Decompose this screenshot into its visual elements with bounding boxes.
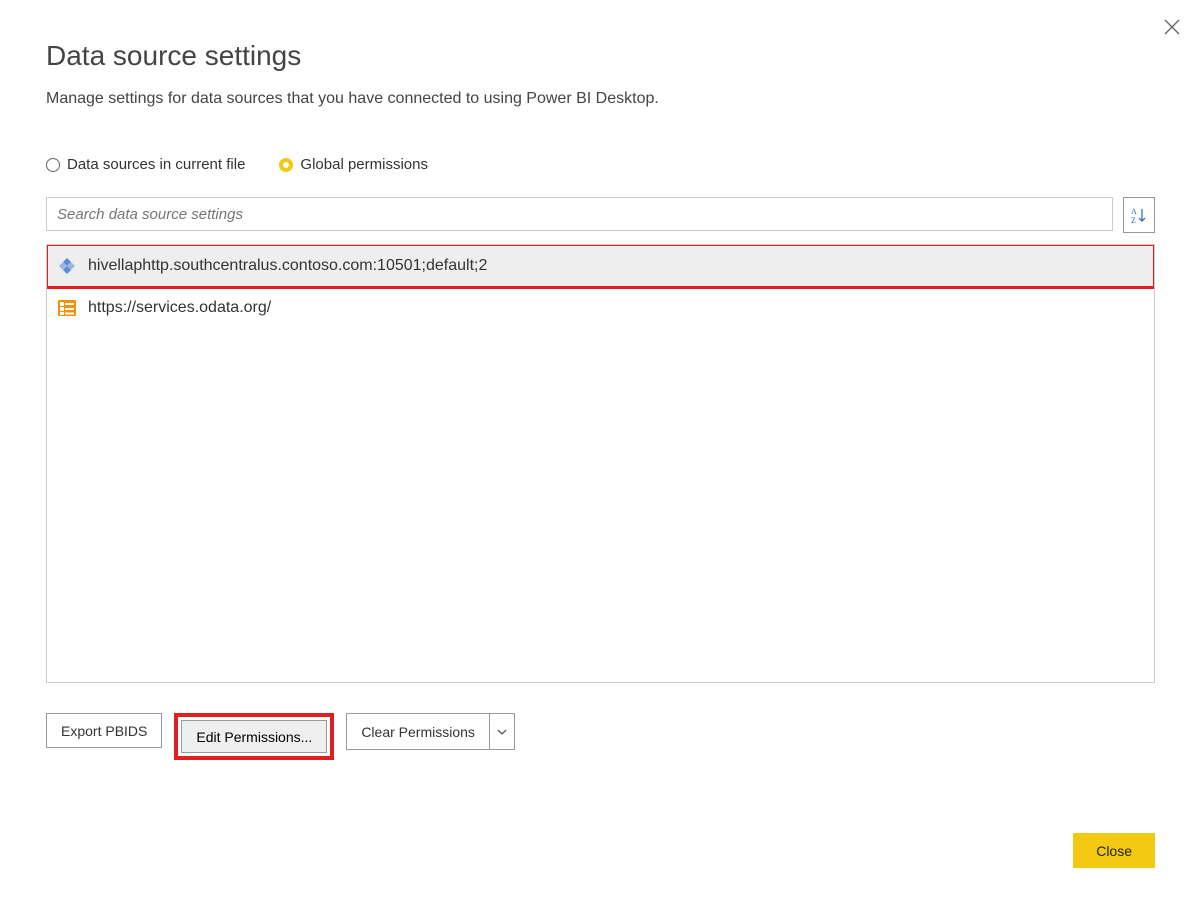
data-source-settings-dialog: Data source settings Manage settings for… — [0, 0, 1201, 904]
dialog-title: Data source settings — [46, 40, 1155, 72]
clear-permissions-button[interactable]: Clear Permissions — [346, 713, 489, 750]
radio-label: Data sources in current file — [67, 156, 245, 173]
close-button[interactable]: Close — [1073, 833, 1155, 868]
search-row: A Z — [46, 197, 1155, 233]
radio-icon — [279, 158, 293, 172]
clear-permissions-split-button: Clear Permissions — [346, 713, 515, 760]
search-input[interactable] — [46, 197, 1113, 231]
list-item-label: hivellaphttp.southcentralus.contoso.com:… — [88, 257, 487, 275]
list-item[interactable]: https://services.odata.org/ — [47, 287, 1154, 329]
radio-global-permissions[interactable]: Global permissions — [279, 156, 428, 173]
footer-row: Close — [1073, 833, 1155, 868]
chevron-down-icon — [497, 727, 507, 737]
odata-icon — [57, 298, 77, 318]
edit-permissions-button[interactable]: Edit Permissions... — [181, 720, 327, 753]
list-item[interactable]: hivellaphttp.southcentralus.contoso.com:… — [47, 245, 1154, 287]
svg-text:Z: Z — [1131, 216, 1136, 224]
action-button-row: Export PBIDS Edit Permissions... Clear P… — [46, 713, 1155, 760]
radio-current-file[interactable]: Data sources in current file — [46, 156, 245, 173]
hive-icon — [57, 256, 77, 276]
svg-text:A: A — [1131, 207, 1137, 216]
sort-az-icon: A Z — [1130, 206, 1148, 224]
close-icon[interactable] — [1163, 18, 1181, 36]
data-source-list: hivellaphttp.southcentralus.contoso.com:… — [46, 244, 1155, 683]
scope-radio-group: Data sources in current file Global perm… — [46, 156, 1155, 173]
dialog-subtitle: Manage settings for data sources that yo… — [46, 90, 1155, 108]
radio-icon — [46, 158, 60, 172]
export-pbids-button[interactable]: Export PBIDS — [46, 713, 162, 748]
edit-permissions-highlight: Edit Permissions... — [174, 713, 334, 760]
clear-permissions-dropdown[interactable] — [489, 713, 515, 750]
sort-button[interactable]: A Z — [1123, 197, 1155, 233]
radio-label: Global permissions — [300, 156, 428, 173]
list-item-label: https://services.odata.org/ — [88, 299, 271, 317]
